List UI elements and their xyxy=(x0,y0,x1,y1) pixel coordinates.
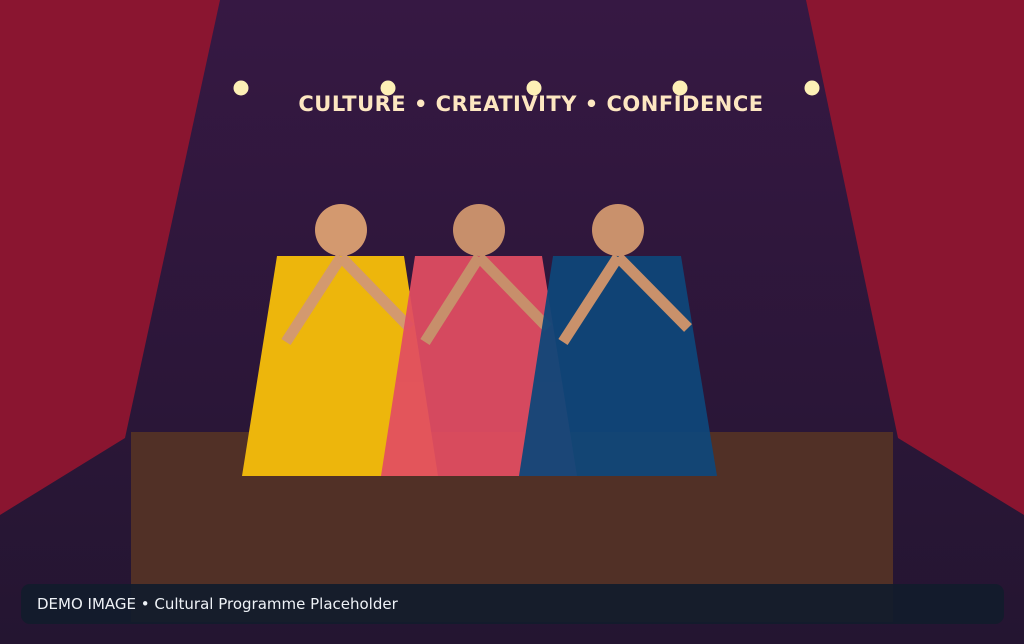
head-blue xyxy=(592,204,644,256)
demo-image: CULTURE • CREATIVITY • CONFIDENCE DEMO I… xyxy=(0,0,1024,644)
caption-bar: DEMO IMAGE • Cultural Programme Placehol… xyxy=(21,584,1004,624)
head-yellow xyxy=(315,204,367,256)
banner-text: CULTURE • CREATIVITY • CONFIDENCE xyxy=(298,92,764,116)
caption-text: DEMO IMAGE • Cultural Programme Placehol… xyxy=(37,595,398,613)
head-pink xyxy=(453,204,505,256)
